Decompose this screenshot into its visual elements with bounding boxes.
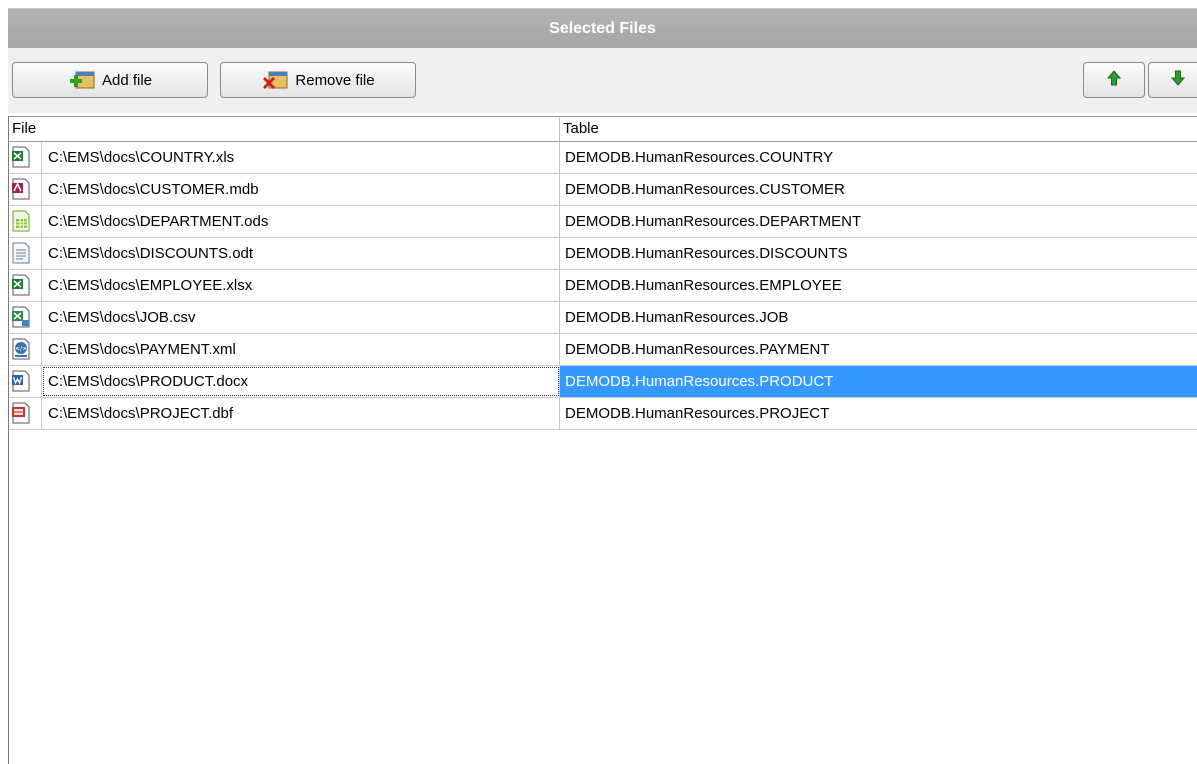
add-file-label: Add file bbox=[101, 71, 153, 89]
target-table-cell[interactable]: DEMODB.HumanResources.JOB bbox=[560, 302, 1197, 333]
row-icon-cell bbox=[9, 206, 42, 237]
remove-file-label: Remove file bbox=[295, 71, 375, 89]
table-row[interactable]: C:\EMS\docs\EMPLOYEE.xlsx DEMODB.HumanRes… bbox=[9, 270, 1197, 302]
target-table-cell[interactable]: DEMODB.HumanResources.CUSTOMER bbox=[560, 174, 1197, 205]
table-row[interactable]: C:\EMS\docs\DISCOUNTS.odt DEMODB.HumanRes… bbox=[9, 238, 1197, 270]
panel-title: Selected Files bbox=[8, 8, 1197, 49]
column-header-table[interactable]: Table bbox=[560, 117, 1197, 141]
odt-file-icon bbox=[11, 242, 31, 264]
target-table-cell[interactable]: DEMODB.HumanResources.COUNTRY bbox=[560, 142, 1197, 173]
table-row[interactable]: C:\EMS\docs\PROJECT.dbf DEMODB.HumanResou… bbox=[9, 398, 1197, 430]
table-row[interactable]: </> C:\EMS\docs\PAYMENT.xml DEMODB.HumanRe… bbox=[9, 334, 1197, 366]
arrow-up-icon bbox=[1106, 70, 1122, 90]
excel-file-icon bbox=[11, 274, 31, 296]
table-row[interactable]: C:\EMS\docs\JOB.csv DEMODB.HumanResources… bbox=[9, 302, 1197, 334]
files-grid[interactable]: File Table C:\EMS\docs\COUNTRY.xls DEMODB… bbox=[8, 116, 1197, 764]
move-down-button[interactable] bbox=[1148, 62, 1197, 98]
ods-file-icon bbox=[11, 210, 31, 232]
target-table-cell[interactable]: DEMODB.HumanResources.DEPARTMENT bbox=[560, 206, 1197, 237]
table-row[interactable]: C:\EMS\docs\CUSTOMER.mdb DEMODB.HumanReso… bbox=[9, 174, 1197, 206]
file-path-cell[interactable]: C:\EMS\docs\PROJECT.dbf bbox=[42, 398, 560, 429]
remove-file-icon bbox=[261, 68, 289, 92]
add-file-icon bbox=[68, 68, 96, 92]
target-table-cell[interactable]: DEMODB.HumanResources.EMPLOYEE bbox=[560, 270, 1197, 301]
table-row[interactable]: C:\EMS\docs\PRODUCT.docx DEMODB.HumanReso… bbox=[9, 366, 1197, 398]
row-icon-cell bbox=[9, 270, 42, 301]
target-table-cell[interactable]: DEMODB.HumanResources.PAYMENT bbox=[560, 334, 1197, 365]
table-row[interactable]: C:\EMS\docs\COUNTRY.xls DEMODB.HumanResou… bbox=[9, 142, 1197, 174]
row-icon-cell bbox=[9, 302, 42, 333]
target-table-cell[interactable]: DEMODB.HumanResources.PROJECT bbox=[560, 398, 1197, 429]
file-path-cell[interactable]: C:\EMS\docs\PRODUCT.docx bbox=[42, 366, 560, 397]
row-icon-cell bbox=[9, 142, 42, 173]
move-up-button[interactable] bbox=[1083, 62, 1145, 98]
csv-file-icon bbox=[11, 306, 31, 328]
xml-file-icon: </> bbox=[11, 338, 31, 360]
excel-file-icon bbox=[11, 146, 31, 168]
file-path-cell[interactable]: C:\EMS\docs\CUSTOMER.mdb bbox=[42, 174, 560, 205]
file-path-cell[interactable]: C:\EMS\docs\DEPARTMENT.ods bbox=[42, 206, 560, 237]
column-header-file[interactable]: File bbox=[9, 117, 560, 141]
row-icon-cell bbox=[9, 366, 42, 397]
access-file-icon bbox=[11, 178, 31, 200]
file-path-cell[interactable]: C:\EMS\docs\JOB.csv bbox=[42, 302, 560, 333]
word-file-icon bbox=[11, 370, 31, 392]
row-icon-cell bbox=[9, 398, 42, 429]
file-path-cell[interactable]: C:\EMS\docs\COUNTRY.xls bbox=[42, 142, 560, 173]
toolbar: Add file Remove file bbox=[8, 48, 1197, 113]
row-icon-cell bbox=[9, 174, 42, 205]
remove-file-button[interactable]: Remove file bbox=[220, 62, 416, 98]
file-path-cell[interactable]: C:\EMS\docs\EMPLOYEE.xlsx bbox=[42, 270, 560, 301]
target-table-cell[interactable]: DEMODB.HumanResources.PRODUCT bbox=[560, 366, 1197, 397]
dbf-file-icon bbox=[11, 402, 31, 424]
grid-header: File Table bbox=[9, 117, 1197, 142]
svg-text:</>: </> bbox=[15, 346, 27, 353]
add-file-button[interactable]: Add file bbox=[12, 62, 208, 98]
file-path-cell[interactable]: C:\EMS\docs\DISCOUNTS.odt bbox=[42, 238, 560, 269]
arrow-down-icon bbox=[1170, 70, 1186, 90]
table-row[interactable]: C:\EMS\docs\DEPARTMENT.ods DEMODB.HumanRe… bbox=[9, 206, 1197, 238]
row-icon-cell bbox=[9, 238, 42, 269]
row-icon-cell: </> bbox=[9, 334, 42, 365]
file-path-cell[interactable]: C:\EMS\docs\PAYMENT.xml bbox=[42, 334, 560, 365]
target-table-cell[interactable]: DEMODB.HumanResources.DISCOUNTS bbox=[560, 238, 1197, 269]
